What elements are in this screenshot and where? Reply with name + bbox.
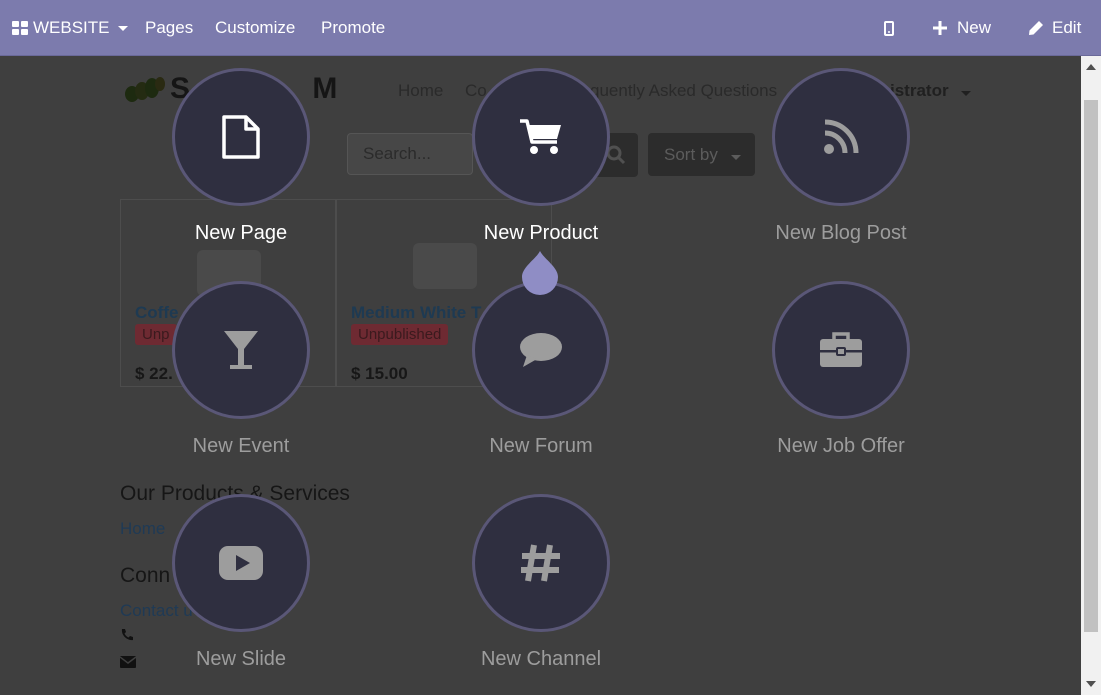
apps-grid-icon [12, 21, 28, 35]
menu-pages[interactable]: Pages [145, 0, 193, 56]
option-circle [772, 281, 910, 419]
new-event-option[interactable]: New Event [131, 281, 351, 481]
new-slide-option[interactable]: New Slide [131, 494, 351, 694]
option-circle [172, 68, 310, 206]
app-label: WEBSITE [33, 18, 110, 37]
new-page-option[interactable]: New Page [131, 68, 351, 268]
option-label: New Slide [195, 648, 287, 670]
option-circle [172, 281, 310, 419]
option-label: New Product [483, 222, 599, 244]
plus-icon [933, 21, 947, 35]
chevron-down-icon [117, 25, 128, 31]
option-label: New Blog Post [775, 222, 907, 244]
briefcase-icon [820, 332, 862, 367]
new-label: New [957, 18, 992, 37]
page-scrollbar[interactable] [1081, 56, 1101, 695]
glass-icon [224, 331, 258, 369]
scroll-down-arrow-icon[interactable] [1086, 681, 1096, 687]
youtube-play-icon [219, 546, 263, 580]
option-circle [172, 494, 310, 632]
option-circle [772, 68, 910, 206]
new-product-option[interactable]: New Product [431, 68, 651, 268]
mobile-icon [884, 20, 894, 36]
mobile-preview-button[interactable] [884, 0, 894, 56]
new-job-offer-option[interactable]: New Job Offer [731, 281, 951, 481]
new-blog-post-option[interactable]: New Blog Post [731, 68, 951, 268]
menu-promote[interactable]: Promote [321, 0, 385, 56]
website-app-menu[interactable]: WEBSITE [12, 0, 128, 56]
edit-button[interactable]: Edit [1028, 0, 1081, 56]
rss-icon [824, 119, 859, 154]
option-circle [472, 68, 610, 206]
sort-label: Sort by [664, 145, 718, 164]
hashtag-icon [521, 544, 560, 582]
option-label: New Forum [489, 435, 593, 457]
scrollbar-thumb[interactable] [1084, 100, 1098, 632]
option-label: New Event [192, 435, 290, 457]
file-icon [222, 115, 260, 159]
pencil-icon [1029, 21, 1043, 35]
shopping-cart-icon [520, 119, 561, 154]
new-channel-option[interactable]: New Channel [431, 494, 651, 694]
edit-label: Edit [1052, 18, 1082, 37]
new-forum-option[interactable]: New Forum [431, 281, 651, 481]
option-label: New Channel [480, 648, 602, 670]
menu-customize[interactable]: Customize [215, 0, 295, 56]
chevron-down-icon [961, 91, 972, 96]
product-price: $ 15.00 [351, 364, 408, 383]
option-circle [472, 281, 610, 419]
option-label: New Job Offer [777, 435, 905, 457]
option-label: New Page [194, 222, 288, 244]
loading-drop-icon [522, 251, 558, 295]
option-circle [472, 494, 610, 632]
new-content-button[interactable]: New [933, 0, 991, 56]
scroll-up-arrow-icon[interactable] [1086, 64, 1096, 70]
website-navbar: WEBSITE Pages Customize Promote New Edit [0, 0, 1101, 56]
comment-icon [520, 333, 562, 367]
